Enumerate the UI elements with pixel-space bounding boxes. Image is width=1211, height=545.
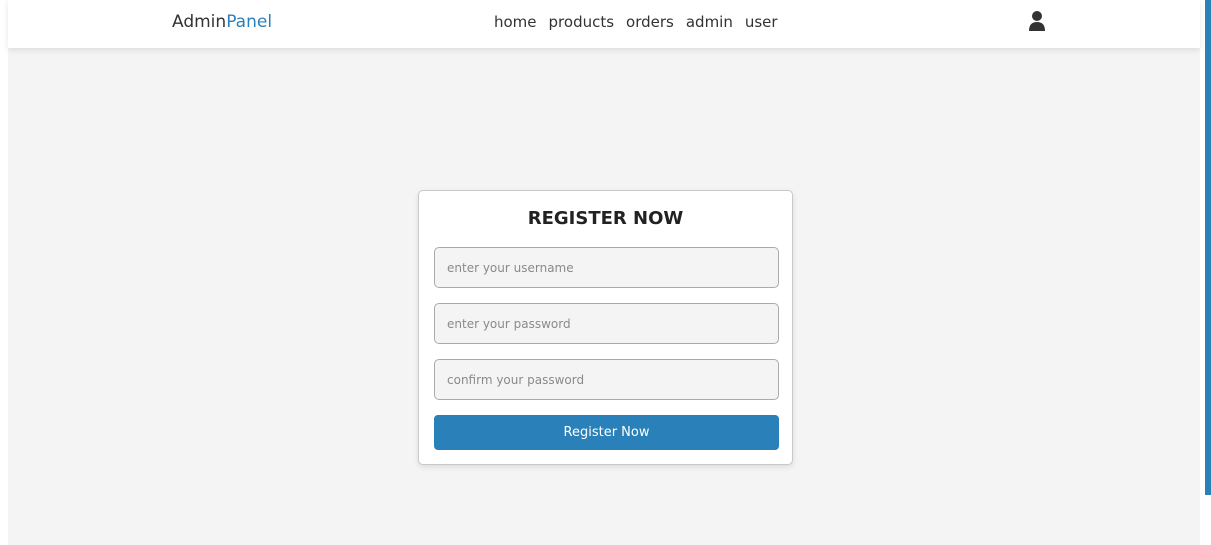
page: AdminPanel home products orders admin us… <box>0 0 1211 545</box>
username-input[interactable] <box>434 247 779 288</box>
register-form: REGISTER NOW Register Now <box>418 190 793 465</box>
nav-user[interactable]: user <box>745 12 778 32</box>
form-title: REGISTER NOW <box>527 208 684 229</box>
register-button[interactable]: Register Now <box>434 415 779 450</box>
confirm-password-input[interactable] <box>434 359 779 400</box>
top-header: AdminPanel home products orders admin us… <box>8 0 1200 48</box>
scroll-accent-bar[interactable] <box>1205 0 1211 495</box>
main-nav: home products orders admin user <box>494 12 778 32</box>
user-icon-svg <box>1029 11 1045 31</box>
nav-orders[interactable]: orders <box>626 12 674 32</box>
nav-products[interactable]: products <box>549 12 615 32</box>
logo-accent: Panel <box>226 12 273 32</box>
user-icon[interactable] <box>1028 10 1046 32</box>
logo-prefix: Admin <box>172 12 227 32</box>
nav-home[interactable]: home <box>494 12 537 32</box>
nav-admin[interactable]: admin <box>686 12 733 32</box>
password-input[interactable] <box>434 303 779 344</box>
left-gutter <box>0 0 8 545</box>
logo[interactable]: AdminPanel <box>172 10 272 34</box>
